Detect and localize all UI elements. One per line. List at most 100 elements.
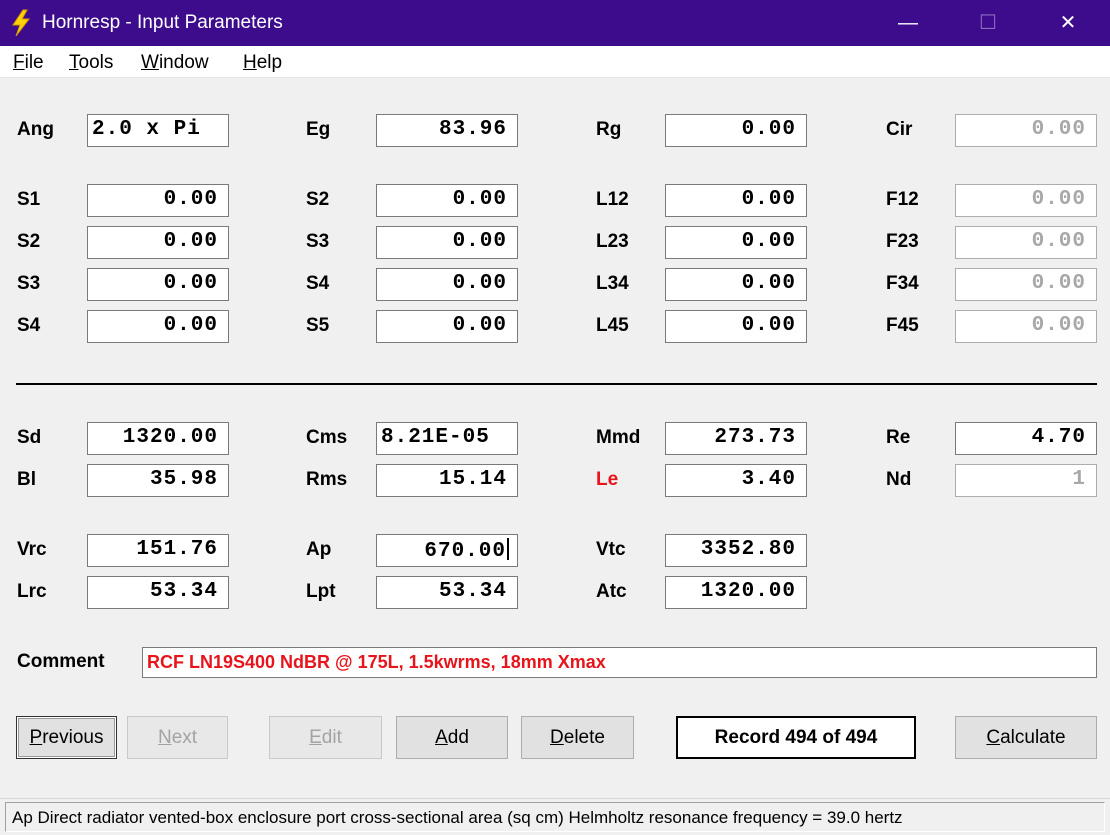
previous-mnemonic: P xyxy=(29,727,43,748)
nd-label: Nd xyxy=(886,469,912,490)
menu-window[interactable]: Window xyxy=(141,52,209,74)
record-indicator: Record 494 of 494 xyxy=(676,716,916,759)
calculate-button[interactable]: Calculate xyxy=(955,716,1097,759)
status-text: Ap Direct radiator vented-box enclosure … xyxy=(5,802,1105,832)
delete-label: elete xyxy=(563,727,605,748)
cms-label: Cms xyxy=(306,427,348,448)
rms-label: Rms xyxy=(306,469,348,490)
f34-field: 0.00 xyxy=(955,268,1097,301)
lpt-label: Lpt xyxy=(306,581,336,602)
s3-label: S3 xyxy=(17,273,41,294)
s4-field[interactable]: 0.00 xyxy=(376,268,518,301)
l12-label: L12 xyxy=(596,189,629,210)
le-field[interactable]: 3.40 xyxy=(665,464,807,497)
l23-field[interactable]: 0.00 xyxy=(665,226,807,259)
ang-label: Ang xyxy=(17,119,54,140)
rg-field[interactable]: 0.00 xyxy=(665,114,807,147)
menu-tools-mnemonic: T xyxy=(69,52,79,73)
ap-field[interactable]: 670.00 xyxy=(376,534,518,567)
eg-label: Eg xyxy=(306,119,331,140)
add-label: dd xyxy=(447,727,469,748)
vtc-label: Vtc xyxy=(596,539,626,560)
lpt-field[interactable]: 53.34 xyxy=(376,576,518,609)
vrc-field[interactable]: 151.76 xyxy=(87,534,229,567)
comment-label: Comment xyxy=(17,651,105,672)
status-bar: Ap Direct radiator vented-box enclosure … xyxy=(0,798,1110,835)
lightning-bolt-icon xyxy=(12,9,31,37)
next-mnemonic: N xyxy=(157,727,172,748)
s3-field[interactable]: 0.00 xyxy=(87,268,229,301)
f23-label: F23 xyxy=(886,231,919,252)
s2-field[interactable]: 0.00 xyxy=(376,184,518,217)
mmd-label: Mmd xyxy=(596,427,641,448)
re-field[interactable]: 4.70 xyxy=(955,422,1097,455)
s4-label: S4 xyxy=(17,315,41,336)
f12-field: 0.00 xyxy=(955,184,1097,217)
f45-field: 0.00 xyxy=(955,310,1097,343)
edit-button: Edit xyxy=(269,716,382,759)
f12-label: F12 xyxy=(886,189,919,210)
minimize-button[interactable]: — xyxy=(873,0,943,46)
calculate-label: alculate xyxy=(1000,727,1066,748)
menu-tools-label: ools xyxy=(78,52,114,73)
f23-field: 0.00 xyxy=(955,226,1097,259)
s4-field[interactable]: 0.00 xyxy=(87,310,229,343)
f45-label: F45 xyxy=(886,315,919,336)
menu-help-mnemonic: H xyxy=(243,52,257,73)
vrc-label: Vrc xyxy=(17,539,47,560)
s3-label: S3 xyxy=(306,231,330,252)
s3-field[interactable]: 0.00 xyxy=(376,226,518,259)
lrc-label: Lrc xyxy=(17,581,47,602)
edit-label: dit xyxy=(321,727,342,748)
l45-label: L45 xyxy=(596,315,629,336)
close-button[interactable]: ✕ xyxy=(1033,0,1103,46)
l45-field[interactable]: 0.00 xyxy=(665,310,807,343)
l12-field[interactable]: 0.00 xyxy=(665,184,807,217)
maximize-button[interactable]: ☐ xyxy=(953,0,1023,46)
cms-field[interactable]: 8.21E-05 xyxy=(376,422,518,455)
next-button: Next xyxy=(127,716,228,759)
window-title: Hornresp - Input Parameters xyxy=(42,12,283,33)
bl-field[interactable]: 35.98 xyxy=(87,464,229,497)
sd-field[interactable]: 1320.00 xyxy=(87,422,229,455)
menu-file[interactable]: File xyxy=(13,52,44,74)
lrc-field[interactable]: 53.34 xyxy=(87,576,229,609)
menu-file-mnemonic: F xyxy=(13,52,25,73)
s2-label: S2 xyxy=(17,231,41,252)
ap-label: Ap xyxy=(306,539,332,560)
s1-field[interactable]: 0.00 xyxy=(87,184,229,217)
menu-help[interactable]: Help xyxy=(243,52,282,74)
sd-label: Sd xyxy=(17,427,42,448)
s4-label: S4 xyxy=(306,273,330,294)
menu-bar: File Tools Window Help xyxy=(0,46,1110,78)
cir-label: Cir xyxy=(886,119,913,140)
s5-field[interactable]: 0.00 xyxy=(376,310,518,343)
add-button[interactable]: Add xyxy=(396,716,508,759)
rms-field[interactable]: 15.14 xyxy=(376,464,518,497)
bl-label: Bl xyxy=(17,469,36,490)
title-bar: Hornresp - Input Parameters — ☐ ✕ xyxy=(0,0,1110,46)
previous-button[interactable]: Previous xyxy=(16,716,117,759)
cir-field: 0.00 xyxy=(955,114,1097,147)
atc-label: Atc xyxy=(596,581,627,602)
eg-field[interactable]: 83.96 xyxy=(376,114,518,147)
l23-label: L23 xyxy=(596,231,629,252)
l34-field[interactable]: 0.00 xyxy=(665,268,807,301)
menu-window-label: indow xyxy=(158,52,209,73)
s2-field[interactable]: 0.00 xyxy=(87,226,229,259)
edit-mnemonic: E xyxy=(309,727,322,748)
delete-mnemonic: D xyxy=(550,727,564,748)
vtc-field[interactable]: 3352.80 xyxy=(665,534,807,567)
menu-tools[interactable]: Tools xyxy=(69,52,113,74)
delete-button[interactable]: Delete xyxy=(521,716,634,759)
menu-help-label: elp xyxy=(256,52,283,73)
comment-field[interactable]: RCF LN19S400 NdBR @ 175L, 1.5kwrms, 18mm… xyxy=(142,647,1097,678)
rg-label: Rg xyxy=(596,119,622,140)
nd-field: 1 xyxy=(955,464,1097,497)
mmd-field[interactable]: 273.73 xyxy=(665,422,807,455)
atc-field[interactable]: 1320.00 xyxy=(665,576,807,609)
ap-value: 670.00 xyxy=(424,540,506,563)
add-mnemonic: A xyxy=(435,727,448,748)
ang-field[interactable]: 2.0 x Pi xyxy=(87,114,229,147)
next-label: ext xyxy=(171,727,198,748)
